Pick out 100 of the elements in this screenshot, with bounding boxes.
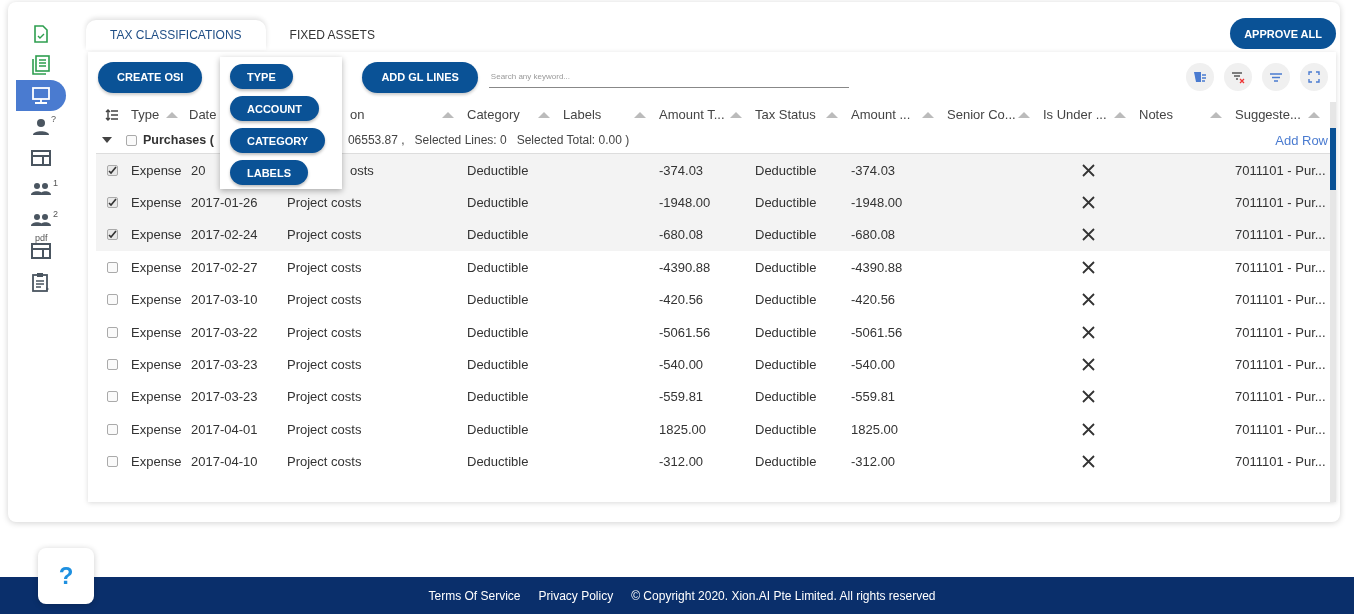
table-cell: 1825.00 [851, 421, 898, 437]
table-cell: Deductible [755, 259, 817, 275]
create-osi-button[interactable]: CREATE OSI [98, 61, 203, 93]
column-header: Senior Co... [947, 107, 1016, 122]
column-header: Suggeste... [1235, 107, 1301, 122]
table-cell: Expense [131, 195, 182, 211]
table-cell: Deductible [755, 227, 817, 243]
checkbox[interactable] [107, 456, 118, 468]
column-header: Amount T... [659, 107, 725, 122]
row-order-icon[interactable] [105, 108, 118, 121]
table-cell: -420.56 [659, 292, 704, 308]
table-cell: 7011101 - Pur... [1235, 389, 1326, 405]
table-cell: Project costs [287, 195, 362, 211]
add-gl-lines-button[interactable]: ADD GL LINES [362, 61, 478, 93]
table-cell: -4390.88 [659, 259, 711, 275]
sort-icon[interactable] [1114, 111, 1126, 118]
sort-icon[interactable] [442, 111, 454, 118]
table-cell: Project costs [287, 227, 362, 243]
sidebar-item[interactable] [16, 80, 66, 111]
table-cell: 7011101 - Pur... [1235, 259, 1326, 275]
column-header: Category [467, 107, 520, 122]
table-cell: 2017-01-26 [191, 195, 258, 211]
tab[interactable]: TAX CLASSIFICATIONS [86, 20, 266, 50]
table-cell: Deductible [755, 421, 817, 437]
table-cell: Deductible [467, 292, 529, 308]
add-row-link[interactable]: Add Row [1275, 132, 1328, 148]
sort-icon[interactable] [1308, 111, 1320, 118]
checkbox[interactable] [126, 134, 137, 146]
table-cell: -540.00 [851, 357, 896, 373]
checkbox[interactable] [107, 294, 118, 306]
column-chooser-button[interactable] [1186, 63, 1214, 91]
table-cell: Deductible [467, 227, 529, 243]
sort-icon[interactable] [1018, 111, 1030, 118]
superscript-label: ? [51, 113, 56, 124]
sidebar-item[interactable]: ? [16, 111, 66, 142]
clear-filter-button[interactable] [1224, 63, 1252, 91]
table-cell: Project costs [287, 259, 362, 275]
column-header: Date [189, 107, 217, 122]
table-cell: 2017-02-24 [191, 227, 258, 243]
group-summary: 06553.87 , [347, 133, 405, 147]
table-cell: Expense [131, 324, 182, 340]
table-cell: 2017-02-27 [191, 259, 258, 275]
table-cell: Deductible [467, 454, 529, 470]
menu-option-button[interactable]: LABELS [230, 160, 308, 185]
sidebar-item[interactable]: 2 [16, 204, 66, 235]
checkbox[interactable] [107, 197, 118, 209]
checkbox[interactable] [107, 261, 118, 273]
table-cell: -420.56 [851, 292, 896, 308]
column-header: Notes [1139, 107, 1173, 122]
footer-link[interactable]: Terms Of Service [428, 588, 521, 603]
sort-icon[interactable] [922, 111, 934, 118]
people-icon [31, 212, 51, 227]
footer-link[interactable]: Privacy Policy [538, 588, 614, 603]
sort-icon[interactable] [826, 111, 838, 118]
table-cell: 7011101 - Pur... [1235, 324, 1326, 340]
sort-icon[interactable] [634, 111, 646, 118]
table-cell: -374.03 [851, 162, 896, 178]
checkbox[interactable] [107, 164, 118, 176]
tab[interactable]: FIXED ASSETS [265, 20, 399, 50]
table-cell: -312.00 [659, 454, 704, 470]
checkbox[interactable] [107, 423, 118, 435]
columns-icon [1193, 71, 1207, 83]
filter-button[interactable] [1262, 63, 1290, 91]
menu-option-button[interactable]: CATEGORY [230, 128, 326, 153]
table-cell: 7011101 - Pur... [1235, 195, 1326, 211]
layout-icon [31, 242, 51, 259]
menu-option-button[interactable]: TYPE [230, 64, 293, 89]
clipboard-icon [32, 271, 50, 292]
checkbox[interactable] [107, 359, 118, 371]
checkbox[interactable] [107, 229, 118, 241]
table-cell: -312.00 [851, 454, 896, 470]
scrollbar-thumb[interactable] [1330, 128, 1336, 190]
checkbox[interactable] [107, 326, 118, 338]
table-cell: Expense [131, 389, 182, 405]
sort-icon[interactable] [166, 111, 178, 118]
approve-all-button[interactable]: APPROVE ALL [1230, 18, 1336, 49]
table-cell: -374.03 [659, 162, 704, 178]
table-cell: 7011101 - Pur... [1235, 162, 1326, 178]
table-cell: Deductible [755, 195, 817, 211]
menu-option-button[interactable]: ACCOUNT [230, 96, 319, 121]
document-list-icon [32, 54, 50, 75]
table-cell: 2017-03-23 [191, 357, 258, 373]
table-cell: 7011101 - Pur... [1235, 292, 1326, 308]
sidebar-item[interactable]: pdf [16, 235, 66, 266]
table-cell: -1948.00 [851, 195, 903, 211]
table-cell: -4390.88 [851, 259, 903, 275]
table-cell: 7011101 - Pur... [1235, 357, 1326, 373]
checkbox[interactable] [107, 391, 118, 403]
expand-caret-icon[interactable] [102, 137, 112, 143]
table-cell: Project costs [287, 324, 362, 340]
sort-icon[interactable] [1210, 111, 1222, 118]
table-cell: 2017-03-22 [191, 324, 258, 340]
sort-icon[interactable] [538, 111, 550, 118]
table-cell: 7011101 - Pur... [1235, 454, 1326, 470]
table-cell: 2017-03-10 [191, 292, 258, 308]
table-cell: Expense [131, 227, 182, 243]
sort-icon[interactable] [730, 111, 742, 118]
sidebar-item[interactable]: 1 [16, 173, 66, 204]
fullscreen-button[interactable] [1300, 63, 1328, 91]
document-check-icon [33, 24, 49, 43]
